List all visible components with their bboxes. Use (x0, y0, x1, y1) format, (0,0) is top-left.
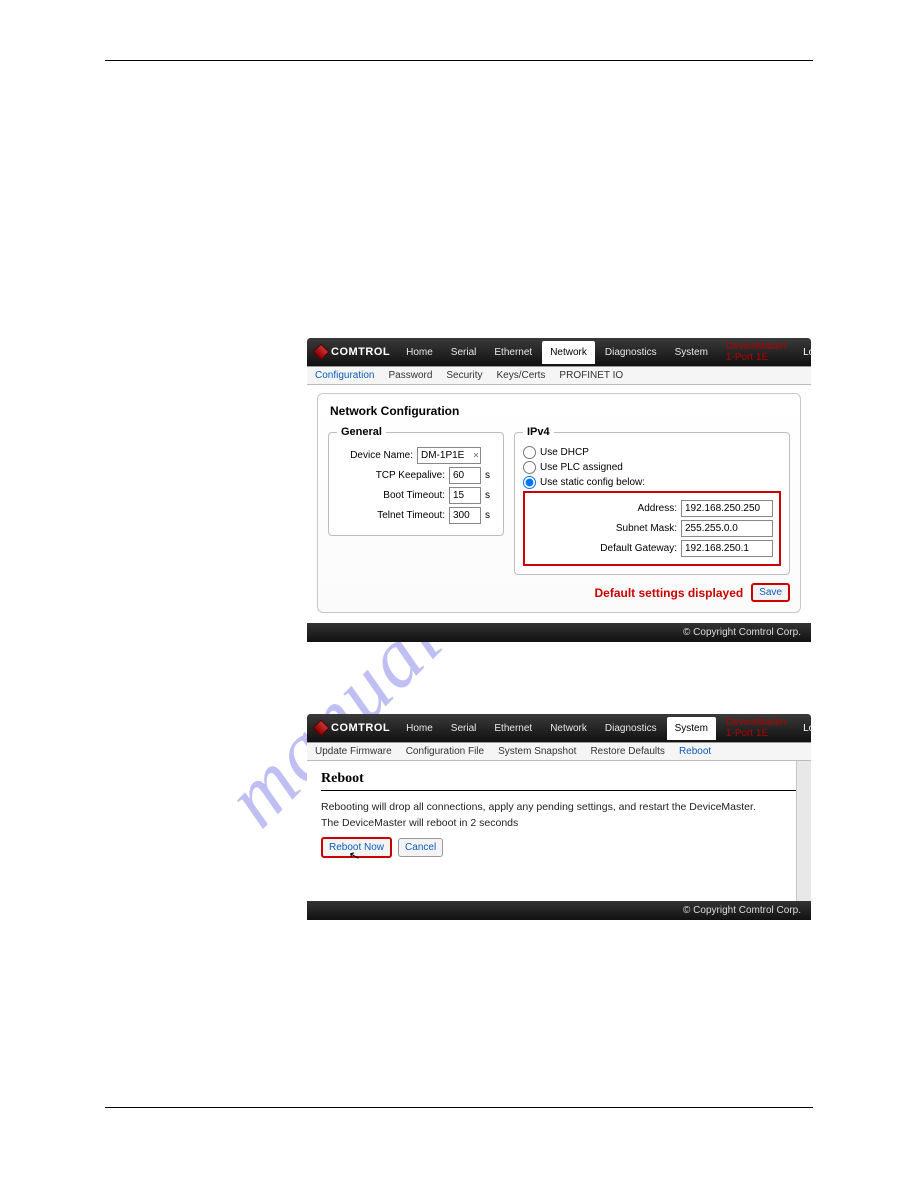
subnav-profinet[interactable]: PROFINET IO (559, 370, 623, 381)
device-header-2: DeviceMaster 1-Port 1E (720, 717, 793, 739)
seconds-unit: s (485, 470, 495, 481)
seconds-unit-2: s (485, 490, 495, 501)
cancel-button[interactable]: Cancel (398, 838, 443, 857)
reboot-content: Reboot Rebooting will drop all connectio… (307, 761, 811, 901)
subnav-password[interactable]: Password (388, 370, 432, 381)
static-config-box: Address: Subnet Mask: Default Gateway: (523, 491, 781, 566)
boot-timeout-input[interactable] (449, 487, 481, 504)
tcp-keepalive-label: TCP Keepalive: (376, 470, 445, 481)
screenshot-stack: Comtrol Home Serial Ethernet Network Dia… (307, 338, 811, 920)
bottom-rule (105, 1107, 813, 1108)
sub-nav: Configuration Password Security Keys/Cer… (307, 366, 811, 385)
address-input[interactable] (681, 500, 773, 517)
device-header: DeviceMaster 1-Port 1E (720, 341, 793, 363)
page-title: Network Configuration (330, 404, 790, 418)
brand-diamond-icon-2 (313, 720, 330, 737)
general-panel: General Device Name: × TCP Keepaliv (328, 426, 504, 536)
subnav-security[interactable]: Security (446, 370, 482, 381)
save-button[interactable]: Save (751, 583, 790, 602)
nav-serial[interactable]: Serial (443, 341, 485, 364)
footer-copyright: © Copyright Comtrol Corp. (307, 623, 811, 642)
tcp-keepalive-input[interactable] (449, 467, 481, 484)
radio-dhcp[interactable] (523, 446, 536, 459)
general-legend: General (337, 426, 386, 438)
boot-timeout-label: Boot Timeout: (383, 490, 445, 501)
subnav-restore[interactable]: Restore Defaults (590, 746, 664, 757)
top-nav: Comtrol Home Serial Ethernet Network Dia… (307, 338, 811, 366)
subnet-input[interactable] (681, 520, 773, 537)
brand-logo-2: Comtrol (313, 722, 396, 734)
default-settings-note: Default settings displayed (595, 586, 744, 600)
sub-nav-2: Update Firmware Configuration File Syste… (307, 742, 811, 761)
nav2-home[interactable]: Home (398, 717, 441, 740)
address-label: Address: (638, 503, 677, 514)
brand-text-2: Comtrol (331, 722, 390, 734)
nav-network[interactable]: Network (542, 341, 595, 364)
nav2-ethernet[interactable]: Ethernet (486, 717, 540, 740)
use-dhcp-label: Use DHCP (540, 447, 589, 458)
radio-plc[interactable] (523, 461, 536, 474)
network-config-box: Network Configuration General Device Nam… (317, 393, 801, 613)
subnav-configuration[interactable]: Configuration (315, 370, 374, 381)
top-rule (105, 60, 813, 61)
device-name-label: Device Name: (350, 450, 413, 461)
brand-logo: Comtrol (313, 346, 396, 358)
nav-ethernet[interactable]: Ethernet (486, 341, 540, 364)
nav-diagnostics[interactable]: Diagnostics (597, 341, 665, 364)
clear-x-icon[interactable]: × (473, 450, 479, 461)
nav-home[interactable]: Home (398, 341, 441, 364)
footer-copyright-2: © Copyright Comtrol Corp. (307, 901, 811, 920)
reboot-now-button[interactable]: Reboot Now ↖ (321, 837, 392, 858)
subnav-reboot[interactable]: Reboot (679, 746, 711, 757)
subnet-label: Subnet Mask: (616, 523, 677, 534)
reboot-paragraph-2: The DeviceMaster will reboot in 2 second… (321, 817, 797, 829)
reboot-screenshot: Comtrol Home Serial Ethernet Network Dia… (307, 714, 811, 920)
gateway-input[interactable] (681, 540, 773, 557)
content-area: Network Configuration General Device Nam… (307, 385, 811, 623)
nav2-network[interactable]: Network (542, 717, 595, 740)
radio-static[interactable] (523, 476, 536, 489)
brand-diamond-icon (313, 344, 330, 361)
subnav-update[interactable]: Update Firmware (315, 746, 392, 757)
scrollbar[interactable] (796, 761, 811, 901)
nav2-serial[interactable]: Serial (443, 717, 485, 740)
document-page: manualshive.com Comtrol Home Serial Ethe… (0, 0, 918, 1188)
logout-link-2[interactable]: Logout (795, 717, 811, 740)
reboot-paragraph-1: Rebooting will drop all connections, app… (321, 801, 797, 813)
ipv4-legend: IPv4 (523, 426, 554, 438)
nav2-system[interactable]: System (667, 717, 716, 740)
subnav-snapshot[interactable]: System Snapshot (498, 746, 576, 757)
reboot-title: Reboot (321, 771, 803, 791)
device-name-input[interactable] (417, 447, 481, 464)
top-nav-2: Comtrol Home Serial Ethernet Network Dia… (307, 714, 811, 742)
brand-text: Comtrol (331, 346, 390, 358)
nav-system[interactable]: System (667, 341, 716, 364)
ipv4-panel: IPv4 Use DHCP Use PLC assigned (514, 426, 790, 575)
logout-link[interactable]: Logout (795, 341, 811, 364)
nav2-diagnostics[interactable]: Diagnostics (597, 717, 665, 740)
seconds-unit-3: s (485, 510, 495, 521)
gateway-label: Default Gateway: (600, 543, 677, 554)
telnet-timeout-label: Telnet Timeout: (377, 510, 445, 521)
use-static-label: Use static config below: (540, 477, 645, 488)
subnav-config-file[interactable]: Configuration File (406, 746, 484, 757)
telnet-timeout-input[interactable] (449, 507, 481, 524)
subnav-keys[interactable]: Keys/Certs (497, 370, 546, 381)
use-plc-label: Use PLC assigned (540, 462, 623, 473)
network-screenshot: Comtrol Home Serial Ethernet Network Dia… (307, 338, 811, 642)
